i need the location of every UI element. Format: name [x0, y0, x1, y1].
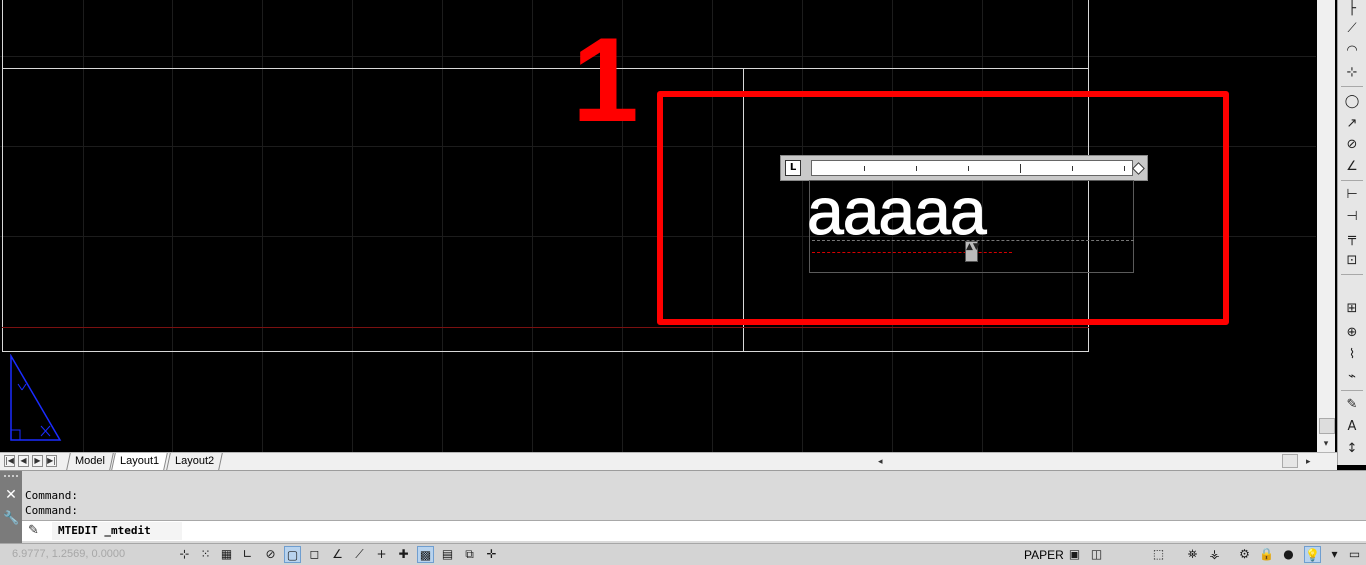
tab-layout1[interactable]: Layout1	[111, 453, 168, 470]
ruler-tick	[916, 166, 917, 171]
separator	[1341, 390, 1363, 391]
grip-icon[interactable]	[4, 475, 18, 481]
annotation-number: 1	[572, 13, 639, 147]
current-command[interactable]: MTEDIT _mtedit	[58, 524, 151, 538]
hardware-acceleration-icon[interactable]: ●	[1280, 546, 1297, 563]
separator	[1341, 274, 1363, 275]
workspace-switching-icon[interactable]: ⚙	[1236, 546, 1253, 563]
command-history: Command: Command:	[25, 488, 78, 518]
maximize-viewport-icon[interactable]: ⬚	[1150, 546, 1167, 563]
status-bar: 6.9777, 1.2569, 0.0000 ⊹ ⁙ ▦ ∟ ⊘ ▢ ◻ ∠ ⟋…	[0, 543, 1366, 565]
prev-tab-button[interactable]: ◀	[18, 455, 29, 467]
quick-view-layouts-icon[interactable]: ▣	[1066, 546, 1083, 563]
tab-model[interactable]: Model	[66, 453, 114, 470]
mtext-content[interactable]: aaaaa	[807, 178, 988, 245]
scroll-right-arrow[interactable]: ▸	[1306, 454, 1320, 468]
command-history-line: Command:	[25, 504, 78, 517]
last-tab-button[interactable]: ▶|	[46, 455, 57, 467]
tab-layout2[interactable]: Layout2	[166, 453, 223, 470]
viewport-border-left	[2, 0, 3, 352]
no-icon[interactable]: ⊘	[1343, 136, 1361, 154]
angle2-icon[interactable]: ∠	[1343, 158, 1361, 176]
quick-properties-icon[interactable]: ▤	[439, 546, 456, 563]
infer-constraints-icon[interactable]: ⊹	[176, 546, 193, 563]
command-window-handle[interactable]	[0, 471, 22, 543]
selection-cycling-icon[interactable]: ⧉	[461, 546, 478, 563]
horizontal-scrollbar[interactable]: ◂ ▸	[866, 454, 1336, 468]
command-line-input[interactable]: ✎ MTEDIT _mtedit	[22, 520, 1366, 541]
coordinate-readout: 6.9777, 1.2569, 0.0000	[12, 548, 126, 560]
dim4-icon[interactable]: ⊡	[1343, 252, 1361, 270]
vertical-scrollbar[interactable]: ▾	[1316, 0, 1336, 452]
dim-icon[interactable]: ⊢	[1343, 186, 1361, 204]
separator	[1341, 86, 1363, 87]
polar-tracking-icon[interactable]: ⊘	[262, 546, 279, 563]
horizontal-scroll-thumb[interactable]	[1282, 454, 1298, 468]
drawing-canvas[interactable]: 1 L aaaaa ▲▼	[0, 0, 1316, 452]
ruler-tick	[1072, 166, 1073, 171]
separator	[1341, 180, 1363, 181]
snap-mode-icon[interactable]: ⁙	[197, 546, 214, 563]
tab-type-button[interactable]: L	[785, 160, 801, 176]
annotation-monitor-icon[interactable]: ✛	[483, 546, 500, 563]
line-icon[interactable]: ├	[1343, 0, 1361, 18]
object-snap-icon[interactable]: ▢	[284, 546, 301, 563]
arc-icon[interactable]: ◠	[1343, 42, 1361, 60]
dimension-toolbar: ├ ⟋ ◠ ⊹ ◯ ↗ ⊘ ∠ ⊢ ⊣ ╤ ⊡ ⊞ ⊕ ⌇ ⌁ ✎ A ↕	[1337, 0, 1366, 465]
edit-icon[interactable]: ✎	[1343, 396, 1361, 414]
dim2-icon[interactable]: ⊣	[1343, 208, 1361, 226]
circle-icon[interactable]: ◯	[1343, 93, 1361, 111]
jog-icon[interactable]: ⌁	[1343, 368, 1361, 386]
dynamic-ucs-icon[interactable]: ⟋	[351, 546, 368, 563]
annotation-visibility-icon[interactable]: ⛯	[1184, 546, 1201, 563]
text-cursor-line	[812, 252, 1012, 253]
text-icon[interactable]: A	[1343, 418, 1361, 436]
ruler-tick	[1124, 166, 1125, 171]
tolerance-icon[interactable]: ⊞	[1343, 300, 1361, 318]
command-history-line: Command:	[25, 489, 78, 502]
wrench-icon[interactable]: 🔧	[3, 511, 19, 527]
vertical-text-icon[interactable]: ↕	[1343, 440, 1361, 458]
arc3-icon[interactable]: ↗	[1343, 115, 1361, 133]
ruler-tick	[864, 166, 865, 171]
grid-line	[0, 56, 1316, 57]
viewport-line-top	[2, 68, 1089, 69]
quick-view-drawings-icon[interactable]: ◫	[1088, 546, 1105, 563]
dim3-icon[interactable]: ╤	[1343, 230, 1361, 248]
red-guide-line	[2, 327, 1089, 328]
close-icon[interactable]: ✕	[3, 487, 19, 503]
auto-scale-icon[interactable]: ⚶	[1206, 546, 1223, 563]
ortho-mode-icon[interactable]: ∟	[239, 546, 256, 563]
clean-screen-icon[interactable]: ▭	[1346, 546, 1363, 563]
model-paper-toggle[interactable]: PAPER	[1024, 548, 1064, 562]
layout-tabs-bar: |◀ ◀ ▶ ▶| Model Layout1 Layout2 ◂ ▸	[0, 452, 1337, 470]
object-snap-tracking-icon[interactable]: ∠	[329, 546, 346, 563]
break-icon[interactable]: ⌇	[1343, 346, 1361, 364]
scroll-left-arrow[interactable]: ◂	[878, 454, 892, 468]
3d-object-snap-icon[interactable]: ◻	[306, 546, 323, 563]
dynamic-input-icon[interactable]: +	[373, 546, 390, 563]
vertical-scroll-track[interactable]	[1317, 0, 1335, 452]
transparency-icon[interactable]: ▩	[417, 546, 434, 563]
ucs-icon	[10, 354, 62, 441]
ruler-width-handle[interactable]	[1132, 162, 1145, 175]
viewport-border-bottom	[2, 351, 1089, 352]
ruler-tick	[1020, 164, 1021, 173]
first-tab-button[interactable]: |◀	[4, 455, 15, 467]
angle-icon[interactable]: ⟋	[1343, 20, 1361, 38]
command-prompt-icon[interactable]: ✎	[28, 523, 39, 539]
status-menu-icon[interactable]: ▾	[1326, 546, 1343, 563]
command-window: ✕ 🔧 Command: Command: ✎ MTEDIT _mtedit	[0, 470, 1366, 543]
isolate-objects-icon[interactable]: 💡	[1304, 546, 1321, 563]
vertical-scroll-thumb[interactable]	[1319, 418, 1335, 434]
center-icon[interactable]: ⊕	[1343, 324, 1361, 342]
coord-icon[interactable]: ⊹	[1343, 64, 1361, 82]
lineweight-icon[interactable]: ✚	[395, 546, 412, 563]
scroll-down-arrow[interactable]: ▾	[1317, 435, 1335, 451]
next-tab-button[interactable]: ▶	[32, 455, 43, 467]
lock-icon[interactable]: 🔒	[1258, 546, 1275, 563]
height-resize-handle[interactable]: ▲▼	[965, 241, 980, 262]
grid-display-icon[interactable]: ▦	[218, 546, 235, 563]
ruler-tick	[968, 166, 969, 171]
